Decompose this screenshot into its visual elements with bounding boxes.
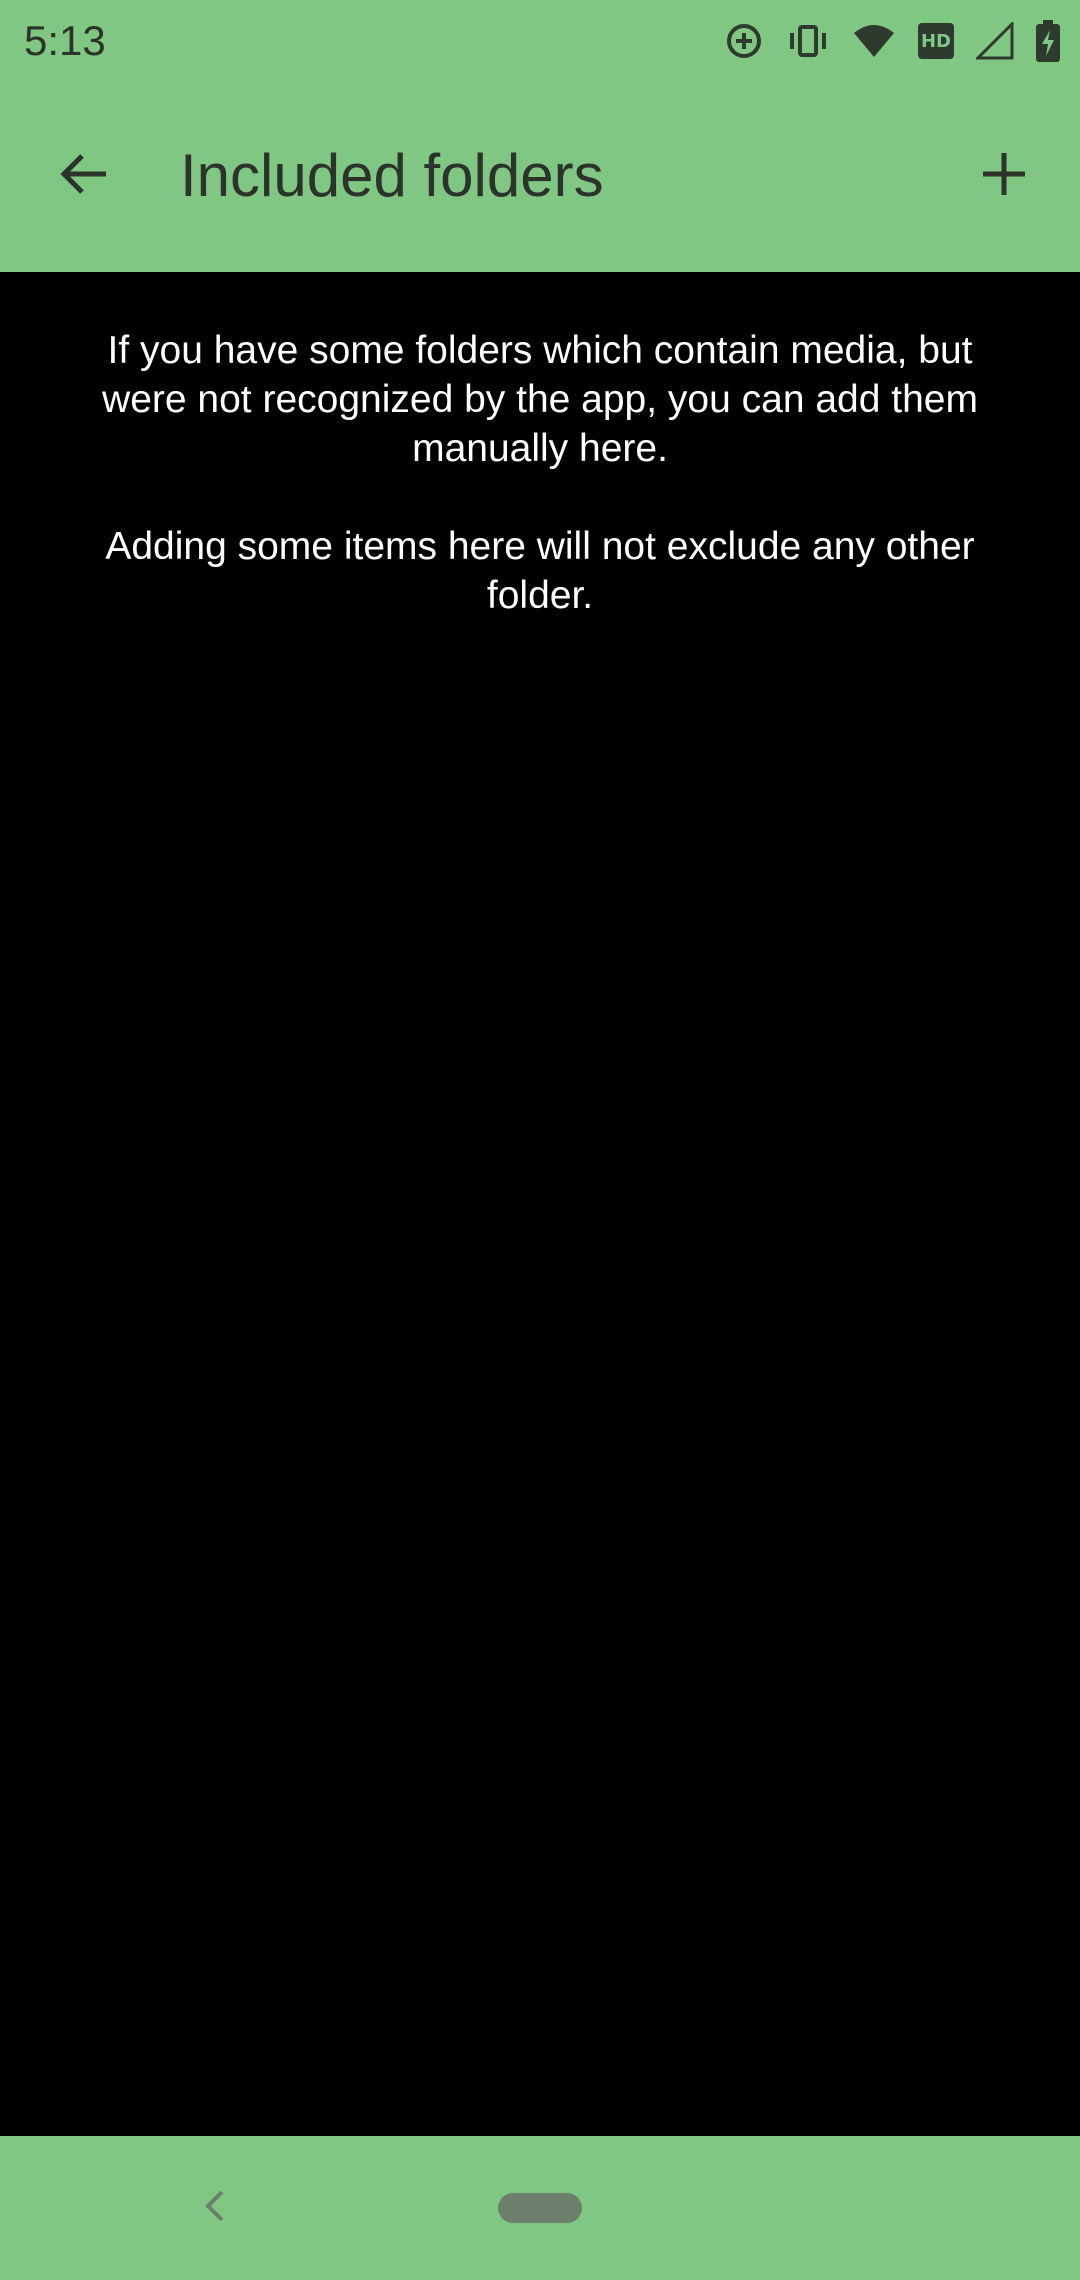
empty-placeholder: If you have some folders which contain m… [60, 326, 1020, 620]
page-title: Included folders [180, 142, 604, 209]
folder-list-area: If you have some folders which contain m… [0, 272, 1080, 2136]
navigation-bar [0, 2136, 1080, 2280]
hd-icon: HD [918, 23, 954, 59]
app-bar: Included folders [0, 82, 1080, 272]
status-icons: HD [724, 16, 1060, 66]
wifi-icon [852, 23, 896, 59]
home-pill-icon[interactable] [498, 2193, 582, 2223]
back-button[interactable] [40, 132, 128, 220]
status-time: 5:13 [24, 17, 106, 64]
cell-signal-icon [976, 22, 1014, 60]
plus-icon [979, 149, 1029, 204]
nav-back-button[interactable] [180, 2172, 252, 2244]
battery-charging-icon [1036, 20, 1060, 62]
placeholder-text-2: Adding some items here will not exclude … [105, 525, 975, 617]
status-bar: 5:13 HD [0, 0, 1080, 82]
arrow-back-icon [56, 146, 112, 207]
add-folder-button[interactable] [960, 132, 1048, 220]
data-saver-icon [724, 21, 764, 61]
nav-back-chevron-icon [198, 2186, 234, 2231]
placeholder-text-1: If you have some folders which contain m… [102, 329, 978, 470]
vibrate-icon [786, 21, 830, 61]
